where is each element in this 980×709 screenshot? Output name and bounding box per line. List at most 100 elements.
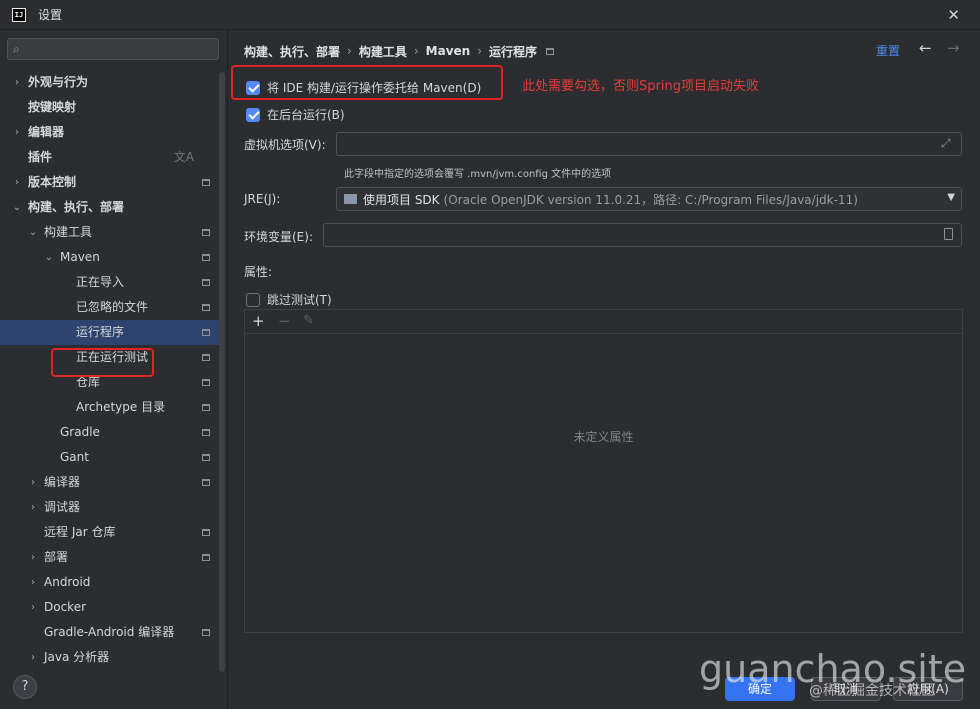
sidebar-item[interactable]: Archetype 目录 — [0, 395, 220, 420]
help-button[interactable]: ? — [13, 675, 37, 699]
sidebar-item[interactable]: ⌄ Maven — [0, 245, 220, 270]
sidebar-item[interactable]: ⌄ 构建、执行、部署 — [0, 195, 220, 220]
sidebar-scrollbar[interactable] — [219, 72, 225, 672]
breadcrumb-item[interactable]: Maven — [426, 44, 471, 58]
sidebar-item[interactable]: 按键映射 — [0, 95, 220, 120]
vm-options-input[interactable] — [336, 132, 962, 156]
project-settings-icon — [202, 479, 210, 486]
edit-icon[interactable]: ✎ — [303, 313, 314, 328]
sidebar-item[interactable]: 已忽略的文件 — [0, 295, 220, 320]
remove-icon[interactable]: − — [278, 312, 291, 330]
sidebar-item[interactable]: › 调试器 — [0, 495, 220, 520]
sidebar-item-label: 已忽略的文件 — [76, 300, 149, 314]
breadcrumb-separator: › — [413, 44, 419, 58]
settings-sidebar: ⌕ › 外观与行为 按键映射 › 编辑器 插件 文A › 版本控制 ⌄ 构建、执行、部署 ⌄ 构建工具 ⌄… — [0, 30, 228, 709]
project-settings-icon — [202, 379, 210, 386]
add-icon[interactable]: + — [252, 312, 265, 330]
sidebar-item[interactable]: 运行程序 — [0, 320, 220, 345]
sidebar-item[interactable]: › Java 分析器 — [0, 645, 220, 670]
sidebar-item[interactable]: › Docker — [0, 595, 220, 620]
close-icon[interactable]: ✕ — [947, 6, 960, 24]
breadcrumb-item[interactable]: 运行程序 — [489, 43, 537, 60]
breadcrumb-separator: › — [347, 44, 352, 58]
empty-properties-text: 未定义属性 — [573, 430, 634, 444]
sidebar-item-label: Maven — [60, 250, 100, 264]
sidebar-item-label: Gant — [60, 450, 89, 464]
jre-select[interactable]: 使用项目 SDK (Oracle OpenJDK version 11.0.21… — [336, 187, 962, 211]
skip-tests-label: 跳过测试(T) — [267, 293, 332, 307]
env-vars-input[interactable] — [323, 223, 962, 247]
jre-label: JRE(J): — [244, 192, 281, 206]
sidebar-item[interactable]: Gradle-Android 编译器 — [0, 620, 220, 645]
sidebar-item-label: 版本控制 — [28, 175, 77, 189]
sidebar-item[interactable]: 插件 文A — [0, 145, 220, 170]
sidebar-item-label: 编译器 — [44, 475, 81, 489]
chevron-right-icon[interactable]: › — [27, 595, 39, 620]
run-in-background-checkbox[interactable] — [246, 107, 260, 122]
project-settings-icon — [202, 629, 210, 636]
sidebar-item[interactable]: 正在导入 — [0, 270, 220, 295]
properties-toolbar: + − ✎ — [245, 310, 962, 334]
expand-icon[interactable]: ⤢ — [941, 136, 974, 151]
sidebar-item[interactable]: › Android — [0, 570, 220, 595]
sidebar-item-label: 调试器 — [44, 500, 81, 514]
delegate-to-maven-checkbox[interactable] — [246, 80, 260, 95]
sidebar-item[interactable]: › 外观与行为 — [0, 70, 220, 95]
chevron-down-icon[interactable]: ⌄ — [27, 220, 39, 245]
run-in-background-label: 在后台运行(B) — [267, 108, 345, 122]
sidebar-item[interactable]: Gant — [0, 445, 220, 470]
sidebar-item-label: Docker — [44, 600, 87, 614]
chevron-down-icon[interactable]: ⌄ — [43, 245, 55, 270]
settings-search-input[interactable]: ⌕ — [7, 38, 219, 60]
vm-options-hint: 此字段中指定的选项会覆写 .mvn/jvm.config 文件中的选项 — [344, 169, 612, 180]
delegate-to-maven-row[interactable]: 将 IDE 构建/运行操作委托给 Maven(D) — [246, 79, 481, 96]
chevron-down-icon[interactable]: ⌄ — [11, 195, 23, 220]
chevron-right-icon[interactable]: › — [27, 645, 39, 670]
sidebar-item[interactable]: Gradle — [0, 420, 220, 445]
jre-value: 使用项目 SDK — [363, 192, 440, 207]
watermark-sub: @稀土掘金技术社区 — [809, 683, 935, 699]
chevron-right-icon[interactable]: › — [27, 570, 39, 595]
sidebar-item[interactable]: › 部署 — [0, 545, 220, 570]
chevron-right-icon[interactable]: › — [11, 70, 23, 95]
chevron-down-icon: ▼ — [947, 192, 955, 203]
vm-options-label: 虚拟机选项(V): — [244, 138, 326, 152]
run-in-background-row[interactable]: 在后台运行(B) — [246, 106, 345, 123]
project-settings-icon — [546, 47, 555, 55]
skip-tests-row[interactable]: 跳过测试(T) — [246, 291, 332, 308]
sidebar-item[interactable]: › 编译器 — [0, 470, 220, 495]
chevron-right-icon[interactable]: › — [27, 545, 39, 570]
sidebar-item-label: 运行程序 — [76, 325, 125, 339]
delegate-to-maven-label: 将 IDE 构建/运行操作委托给 Maven(D) — [267, 81, 482, 95]
sidebar-item-label: 部署 — [44, 550, 69, 564]
search-icon: ⌕ — [13, 42, 20, 56]
sidebar-item[interactable]: › 编辑器 — [0, 120, 220, 145]
sidebar-item[interactable]: 远程 Jar 仓库 — [0, 520, 220, 545]
document-icon[interactable] — [944, 228, 953, 240]
project-settings-icon — [202, 354, 210, 361]
sidebar-item-label: 构建、执行、部署 — [28, 200, 125, 214]
breadcrumb-item[interactable]: 构建、执行、部署 — [244, 43, 340, 60]
project-settings-icon — [202, 279, 210, 286]
back-arrow-icon[interactable]: ← — [919, 39, 932, 57]
sidebar-item-label: 正在导入 — [76, 275, 125, 289]
chevron-right-icon[interactable]: › — [27, 470, 39, 495]
sidebar-item-label: Archetype 目录 — [76, 400, 166, 414]
project-settings-icon — [202, 304, 210, 311]
skip-tests-checkbox[interactable] — [246, 292, 260, 307]
breadcrumb-item[interactable]: 构建工具 — [359, 43, 407, 60]
properties-label: 属性: — [244, 265, 273, 279]
sidebar-item-label: Gradle — [60, 425, 100, 439]
sidebar-item-label: Java 分析器 — [44, 650, 110, 664]
chevron-right-icon[interactable]: › — [11, 120, 23, 145]
folder-icon — [344, 194, 357, 204]
sidebar-item[interactable]: › 版本控制 — [0, 170, 220, 195]
translate-icon: 文A — [173, 150, 194, 164]
reset-link[interactable]: 重置 — [876, 42, 900, 59]
chevron-right-icon[interactable]: › — [11, 170, 23, 195]
env-vars-label: 环境变量(E): — [244, 230, 313, 244]
forward-arrow-icon[interactable]: → — [947, 39, 960, 57]
chevron-right-icon[interactable]: › — [27, 495, 39, 520]
sidebar-item[interactable]: ⌄ 构建工具 — [0, 220, 220, 245]
project-settings-icon — [202, 404, 210, 411]
